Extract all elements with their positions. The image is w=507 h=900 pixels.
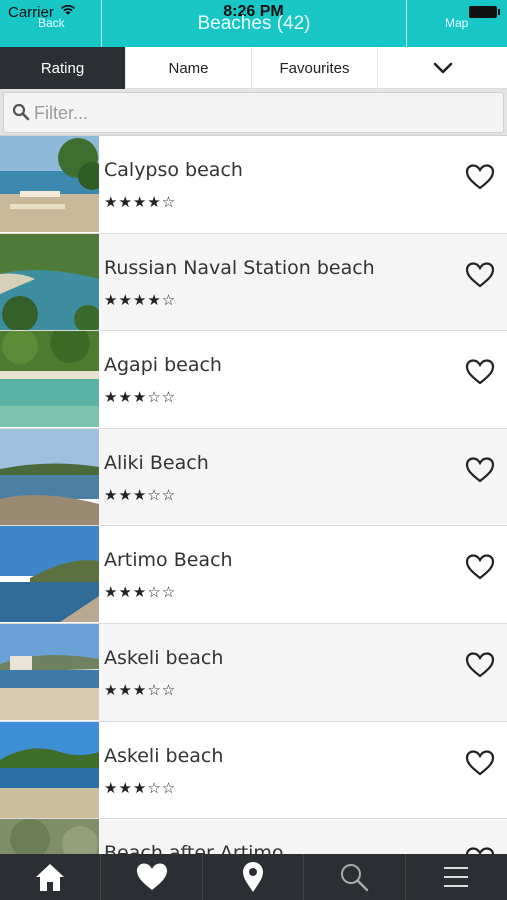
star-rating: ★★★☆☆ [104, 778, 177, 797]
star-rating: ★★★★☆ [104, 193, 177, 211]
chevron-down-icon [433, 62, 452, 74]
home-icon [36, 864, 65, 891]
nav-bar: Carrier 8:26 PM Back Beaches (42) Map [0, 0, 507, 47]
tab-rating[interactable]: Rating [0, 47, 126, 89]
filter-box [3, 92, 504, 133]
beach-thumbnail [0, 136, 99, 232]
back-label: Back [38, 16, 65, 30]
star-rating: ★★★☆☆ [104, 388, 177, 407]
beach-name: Calypso beach [104, 159, 243, 181]
beach-thumbnail [0, 233, 99, 330]
beach-thumbnail [0, 331, 99, 428]
beach-name: Artimo Beach [104, 549, 233, 572]
heart-icon [136, 863, 167, 890]
back-button[interactable]: Back [0, 0, 102, 47]
star-rating: ★★★☆☆ [104, 583, 177, 602]
search-icon [341, 864, 369, 892]
sort-tabs: Rating Name Favourites [0, 47, 507, 89]
favourite-heart-icon[interactable] [465, 261, 495, 289]
list-item[interactable]: Beach after Artimo ★★★☆☆ [0, 819, 507, 854]
star-rating: ★★★☆☆ [104, 680, 177, 699]
tab-favourites[interactable]: Favourites [252, 47, 378, 89]
beach-thumbnail [0, 428, 99, 525]
favourite-heart-icon[interactable] [465, 163, 495, 191]
map-button[interactable]: Map [406, 0, 507, 47]
list-item[interactable]: Calypso beach ★★★★☆ [0, 136, 507, 234]
beach-name: Agapi beach [104, 354, 222, 377]
favourite-heart-icon[interactable] [465, 749, 495, 777]
beach-name: Russian Naval Station beach [104, 256, 375, 279]
beach-name: Askeli beach [104, 646, 224, 669]
page-title: Beaches (42) [197, 13, 311, 34]
beach-name: Askeli beach [104, 744, 224, 767]
list-item[interactable]: Askeli beach ★★★☆☆ [0, 623, 507, 722]
tab-map[interactable] [203, 854, 305, 900]
beach-thumbnail [0, 721, 99, 818]
favourite-heart-icon[interactable] [465, 456, 495, 484]
map-pin-icon [242, 862, 263, 892]
star-rating: ★★★☆☆ [104, 485, 177, 504]
tab-favourites[interactable] [101, 854, 203, 900]
menu-icon [444, 867, 469, 887]
tab-name[interactable]: Name [126, 47, 252, 89]
star-rating: ★★★★☆ [104, 290, 177, 309]
list-item[interactable]: Russian Naval Station beach ★★★★☆ [0, 233, 507, 332]
favourite-heart-icon[interactable] [465, 358, 495, 386]
beach-name: Aliki Beach [104, 451, 209, 474]
tab-home[interactable] [0, 854, 102, 900]
sort-dropdown-button[interactable] [378, 47, 507, 89]
filter-bar [0, 89, 507, 136]
beach-name: Beach after Artimo [104, 842, 284, 854]
list-item[interactable]: Aliki Beach ★★★☆☆ [0, 428, 507, 527]
list-item[interactable]: Artimo Beach ★★★☆☆ [0, 526, 507, 624]
favourite-heart-icon[interactable] [465, 846, 495, 854]
list-item[interactable]: Agapi beach ★★★☆☆ [0, 331, 507, 429]
beach-thumbnail [0, 819, 99, 854]
favourite-heart-icon[interactable] [465, 651, 495, 679]
bottom-tab-bar [0, 854, 507, 900]
filter-input[interactable] [34, 99, 494, 127]
favourite-heart-icon[interactable] [465, 553, 495, 581]
tab-search[interactable] [304, 854, 406, 900]
beach-list: Calypso beach ★★★★☆ Russian Naval Statio… [0, 136, 507, 854]
list-item[interactable]: Askeli beach ★★★☆☆ [0, 721, 507, 820]
beach-thumbnail [0, 526, 99, 623]
map-label: Map [445, 16, 469, 30]
beach-thumbnail [0, 623, 99, 720]
tab-menu[interactable] [406, 854, 507, 900]
search-icon [12, 103, 30, 121]
